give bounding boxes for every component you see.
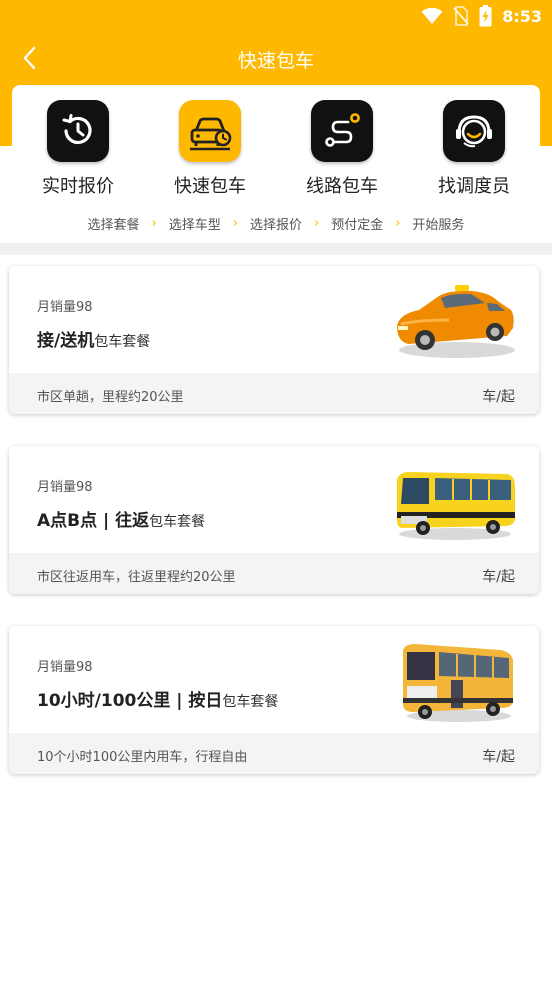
- battery-charging-icon: [479, 5, 492, 27]
- package-footer: 市区单趟，里程约20公里 车/起: [9, 373, 539, 414]
- city-bus-image: [389, 636, 519, 726]
- clock-history-icon: [47, 100, 109, 162]
- price-unit: 车/起: [482, 389, 515, 405]
- package-title-main: 10小时/100公里 | 按日: [37, 691, 223, 711]
- section-divider: [0, 243, 552, 255]
- chevron-right-icon: ›: [395, 216, 401, 231]
- package-card-round-trip[interactable]: 月销量98 A点B点 | 往返包车套餐 市区往返用车，往返里程约20公里 车/起: [9, 446, 539, 594]
- package-description: 市区单趟，里程约20公里: [37, 390, 184, 405]
- package-title: 接/送机包车套餐: [37, 326, 150, 351]
- package-description: 市区往返用车，往返里程约20公里: [37, 570, 236, 585]
- price-unit: 车/起: [482, 749, 515, 765]
- orange-taxi-car-image: [389, 276, 519, 366]
- header: 快速包车: [0, 36, 552, 80]
- category-find-dispatcher[interactable]: 找调度员: [419, 100, 529, 198]
- category-nav-card: 实时报价 快速包车 线路包车 找调度员 选择套餐 › 选择车型 › 选择报价 ›…: [12, 85, 540, 243]
- route-icon: [311, 100, 373, 162]
- package-card-airport[interactable]: 月销量98 接/送机包车套餐 市区单趟，里程约20公里 车/起: [9, 266, 539, 414]
- page-title: 快速包车: [237, 50, 314, 72]
- no-sim-icon: [453, 6, 469, 26]
- step-label: 开始服务: [412, 218, 465, 233]
- package-title-sub: 包车套餐: [149, 514, 206, 530]
- category-label: 快速包车: [174, 176, 246, 197]
- wifi-icon: [421, 7, 443, 25]
- package-description: 10个小时100公里内用车，行程自由: [37, 750, 248, 765]
- category-label: 实时报价: [42, 176, 114, 197]
- car-clock-icon: [179, 100, 241, 162]
- step-label: 选择车型: [168, 218, 221, 233]
- category-quick-charter[interactable]: 快速包车: [155, 100, 265, 198]
- monthly-sales: 月销量98: [37, 480, 93, 495]
- monthly-sales: 月销量98: [37, 300, 93, 315]
- headset-agent-icon: [443, 100, 505, 162]
- status-bar: 8:53: [0, 0, 552, 32]
- category-route-charter[interactable]: 线路包车: [287, 100, 397, 198]
- category-label: 线路包车: [306, 176, 378, 197]
- step-label: 选择套餐: [87, 218, 140, 233]
- category-label: 找调度员: [438, 176, 510, 197]
- chevron-right-icon: ›: [314, 216, 320, 231]
- status-time: 8:53: [502, 6, 542, 26]
- package-footer: 10个小时100公里内用车，行程自由 车/起: [9, 733, 539, 774]
- package-title-sub: 包车套餐: [94, 334, 151, 350]
- monthly-sales: 月销量98: [37, 660, 93, 675]
- yellow-bus-image: [389, 456, 519, 546]
- package-title-sub: 包车套餐: [222, 694, 279, 710]
- price-unit: 车/起: [482, 569, 515, 585]
- package-title: 10小时/100公里 | 按日包车套餐: [37, 686, 278, 711]
- process-steps: 选择套餐 › 选择车型 › 选择报价 › 预付定金 › 开始服务: [12, 214, 540, 233]
- chevron-right-icon: ›: [151, 216, 157, 231]
- package-title-main: 接/送机: [37, 331, 95, 351]
- category-realtime-quote[interactable]: 实时报价: [23, 100, 133, 198]
- package-title-main: A点B点 | 往返: [37, 511, 150, 531]
- package-title: A点B点 | 往返包车套餐: [37, 506, 205, 531]
- package-card-daily[interactable]: 月销量98 10小时/100公里 | 按日包车套餐 10个小时100公里内用车，…: [9, 626, 539, 774]
- package-footer: 市区往返用车，往返里程约20公里 车/起: [9, 553, 539, 594]
- step-label: 预付定金: [331, 218, 384, 233]
- chevron-right-icon: ›: [232, 216, 238, 231]
- step-label: 选择报价: [249, 218, 302, 233]
